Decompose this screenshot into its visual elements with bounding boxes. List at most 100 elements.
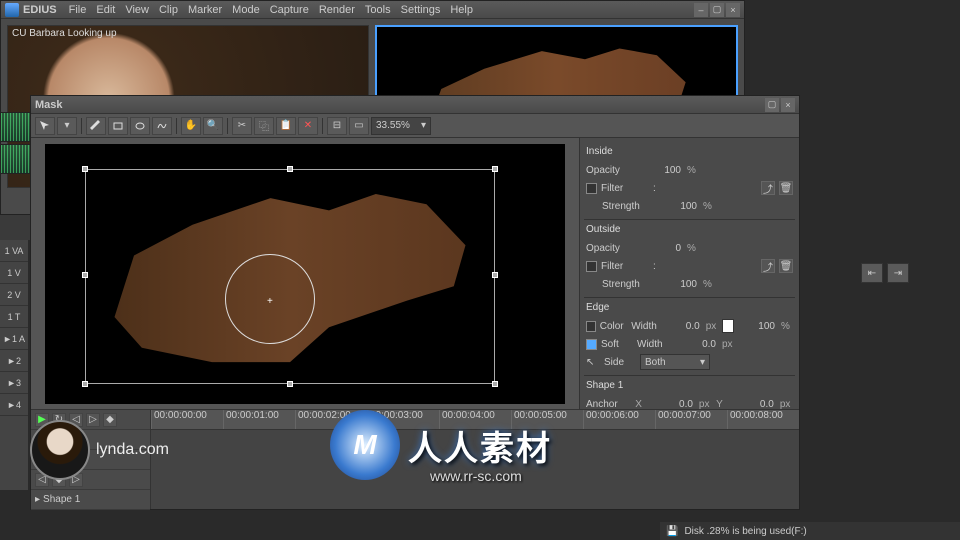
resize-handle[interactable] bbox=[492, 381, 498, 387]
anchor-x-field[interactable]: 0.0 bbox=[652, 399, 695, 410]
disk-status: Disk .28% is being used(F:) bbox=[684, 526, 806, 537]
resize-handle[interactable] bbox=[82, 272, 88, 278]
mark-in-button[interactable]: ⇤ bbox=[861, 263, 883, 283]
track-label[interactable]: ►3 bbox=[0, 372, 28, 394]
mask-editor-window: Mask ▢ × ▾ ✋ 🔍 ✂ ⿻ 📋 ✕ ⊟ ▭ 33.55%▾ bbox=[30, 95, 800, 510]
menu-capture[interactable]: Capture bbox=[270, 4, 309, 16]
zoom-tool[interactable]: 🔍 bbox=[203, 117, 223, 135]
toggle-button[interactable]: ⊟ bbox=[327, 117, 347, 135]
loop-button[interactable]: ↻ bbox=[52, 413, 66, 427]
resize-handle[interactable] bbox=[82, 166, 88, 172]
prev-key-button[interactable]: ◁ bbox=[69, 413, 83, 427]
key-nav-button[interactable]: ◁ bbox=[35, 453, 49, 467]
outside-filter-checkbox[interactable] bbox=[586, 261, 597, 272]
app-title: EDIUS bbox=[23, 4, 57, 16]
dropdown-icon[interactable]: ▾ bbox=[57, 117, 77, 135]
shape-track-row[interactable]: ▸Shape 1 bbox=[31, 490, 150, 510]
key-nav-button[interactable]: ▷ bbox=[69, 453, 83, 467]
menu-help[interactable]: Help bbox=[450, 4, 473, 16]
mask-track-area[interactable]: 00:00:00:00 00:00:01:00 00:00:02:00 00:0… bbox=[151, 410, 799, 509]
edge-color-chip[interactable] bbox=[722, 319, 734, 333]
inside-filter-checkbox[interactable] bbox=[586, 183, 597, 194]
key-nav-button[interactable]: ▷ bbox=[69, 473, 83, 487]
menu-render[interactable]: Render bbox=[319, 4, 355, 16]
track-label[interactable]: 1 T bbox=[0, 306, 28, 328]
hand-tool[interactable]: ✋ bbox=[181, 117, 201, 135]
key-nav-button[interactable]: ◁ bbox=[35, 433, 49, 447]
select-tool[interactable] bbox=[35, 117, 55, 135]
expand-icon[interactable]: ▸ bbox=[35, 494, 40, 505]
zoom-dropdown[interactable]: 33.55%▾ bbox=[371, 117, 431, 135]
filter-add-button[interactable]: ⤴ bbox=[761, 181, 775, 195]
resize-handle[interactable] bbox=[492, 166, 498, 172]
track-label[interactable]: ►2 bbox=[0, 350, 28, 372]
track-label[interactable]: ►4 bbox=[0, 394, 28, 416]
add-key-button[interactable]: ◆ bbox=[103, 413, 117, 427]
track-label[interactable]: 2 V bbox=[0, 284, 28, 306]
resize-handle[interactable] bbox=[492, 272, 498, 278]
edge-color-width-field[interactable]: 0.0 bbox=[663, 321, 702, 332]
maximize-icon[interactable]: ▢ bbox=[765, 98, 779, 112]
next-key-button[interactable]: ▷ bbox=[86, 413, 100, 427]
key-nav-button[interactable]: ◁ bbox=[35, 473, 49, 487]
transport-row: ▶ ↻ ◁ ▷ ◆ bbox=[31, 410, 150, 430]
inside-opacity-field[interactable]: 100 bbox=[638, 165, 683, 176]
cut-button[interactable]: ✂ bbox=[232, 117, 252, 135]
pen-tool[interactable] bbox=[86, 117, 106, 135]
disk-icon: 💾 bbox=[666, 526, 678, 537]
key-add-button[interactable]: ◆ bbox=[52, 473, 66, 487]
mask-title: Mask bbox=[35, 99, 63, 111]
mask-ruler[interactable]: 00:00:00:00 00:00:01:00 00:00:02:00 00:0… bbox=[151, 410, 799, 430]
paste-button[interactable]: 📋 bbox=[276, 117, 296, 135]
menu-clip[interactable]: Clip bbox=[159, 4, 178, 16]
rectangle-tool[interactable] bbox=[108, 117, 128, 135]
close-icon[interactable]: × bbox=[781, 98, 795, 112]
anchor-cross-icon: + bbox=[267, 296, 273, 302]
edge-soft-checkbox[interactable] bbox=[586, 339, 597, 350]
outside-opacity-field[interactable]: 0 bbox=[638, 243, 683, 254]
cursor-icon: ↖ bbox=[586, 357, 600, 368]
delete-button[interactable]: ✕ bbox=[298, 117, 318, 135]
track-label[interactable]: ►1 A bbox=[0, 328, 28, 350]
resize-handle[interactable] bbox=[82, 381, 88, 387]
play-button[interactable]: ▶ bbox=[35, 413, 49, 427]
key-add-button[interactable]: ◆ bbox=[52, 433, 66, 447]
menu-tools[interactable]: Tools bbox=[365, 4, 391, 16]
key-nav-button[interactable]: ▷ bbox=[69, 433, 83, 447]
track-label[interactable]: 1 VA bbox=[0, 240, 28, 262]
filter-add-button[interactable]: ⤴ bbox=[761, 259, 775, 273]
status-bar: 💾 Disk .28% is being used(F:) bbox=[660, 522, 960, 540]
menu-settings[interactable]: Settings bbox=[401, 4, 441, 16]
edge-color-checkbox[interactable] bbox=[586, 321, 596, 332]
freehand-tool[interactable] bbox=[152, 117, 172, 135]
filter-remove-button[interactable]: 🗑 bbox=[779, 259, 793, 273]
menu-edit[interactable]: Edit bbox=[96, 4, 115, 16]
copy-button[interactable]: ⿻ bbox=[254, 117, 274, 135]
resize-handle[interactable] bbox=[287, 381, 293, 387]
mark-out-button[interactable]: ⇥ bbox=[887, 263, 909, 283]
track-label[interactable]: 1 V bbox=[0, 262, 28, 284]
mask-titlebar[interactable]: Mask ▢ × bbox=[31, 96, 799, 114]
close-icon[interactable]: × bbox=[726, 3, 740, 17]
maximize-icon[interactable]: ▢ bbox=[710, 3, 724, 17]
source-clip-label: CU Barbara Looking up bbox=[12, 28, 117, 39]
track-header-strip: 1 VA 1 V 2 V 1 T ►1 A ►2 ►3 ►4 bbox=[0, 240, 28, 490]
menu-mode[interactable]: Mode bbox=[232, 4, 260, 16]
minimize-icon[interactable]: – bbox=[694, 3, 708, 17]
menu-file[interactable]: File bbox=[69, 4, 87, 16]
edge-side-dropdown[interactable]: Both▾ bbox=[640, 354, 710, 370]
shape-section: Shape 1 AnchorX0.0pxY0.0px PositionX-133… bbox=[584, 376, 795, 409]
menu-view[interactable]: View bbox=[125, 4, 149, 16]
menu-marker[interactable]: Marker bbox=[188, 4, 222, 16]
edge-soft-width-field[interactable]: 0.0 bbox=[673, 339, 718, 350]
inside-strength-field[interactable]: 100 bbox=[654, 201, 699, 212]
fit-button[interactable]: ▭ bbox=[349, 117, 369, 135]
resize-handle[interactable] bbox=[287, 166, 293, 172]
mask-canvas[interactable]: + bbox=[45, 144, 565, 404]
key-add-button[interactable]: ◆ bbox=[52, 453, 66, 467]
mask-toolbar: ▾ ✋ 🔍 ✂ ⿻ 📋 ✕ ⊟ ▭ 33.55%▾ bbox=[31, 114, 799, 138]
ellipse-tool[interactable] bbox=[130, 117, 150, 135]
outside-strength-field[interactable]: 100 bbox=[654, 279, 699, 290]
filter-remove-button[interactable]: 🗑 bbox=[779, 181, 793, 195]
anchor-y-field[interactable]: 0.0 bbox=[733, 399, 776, 410]
